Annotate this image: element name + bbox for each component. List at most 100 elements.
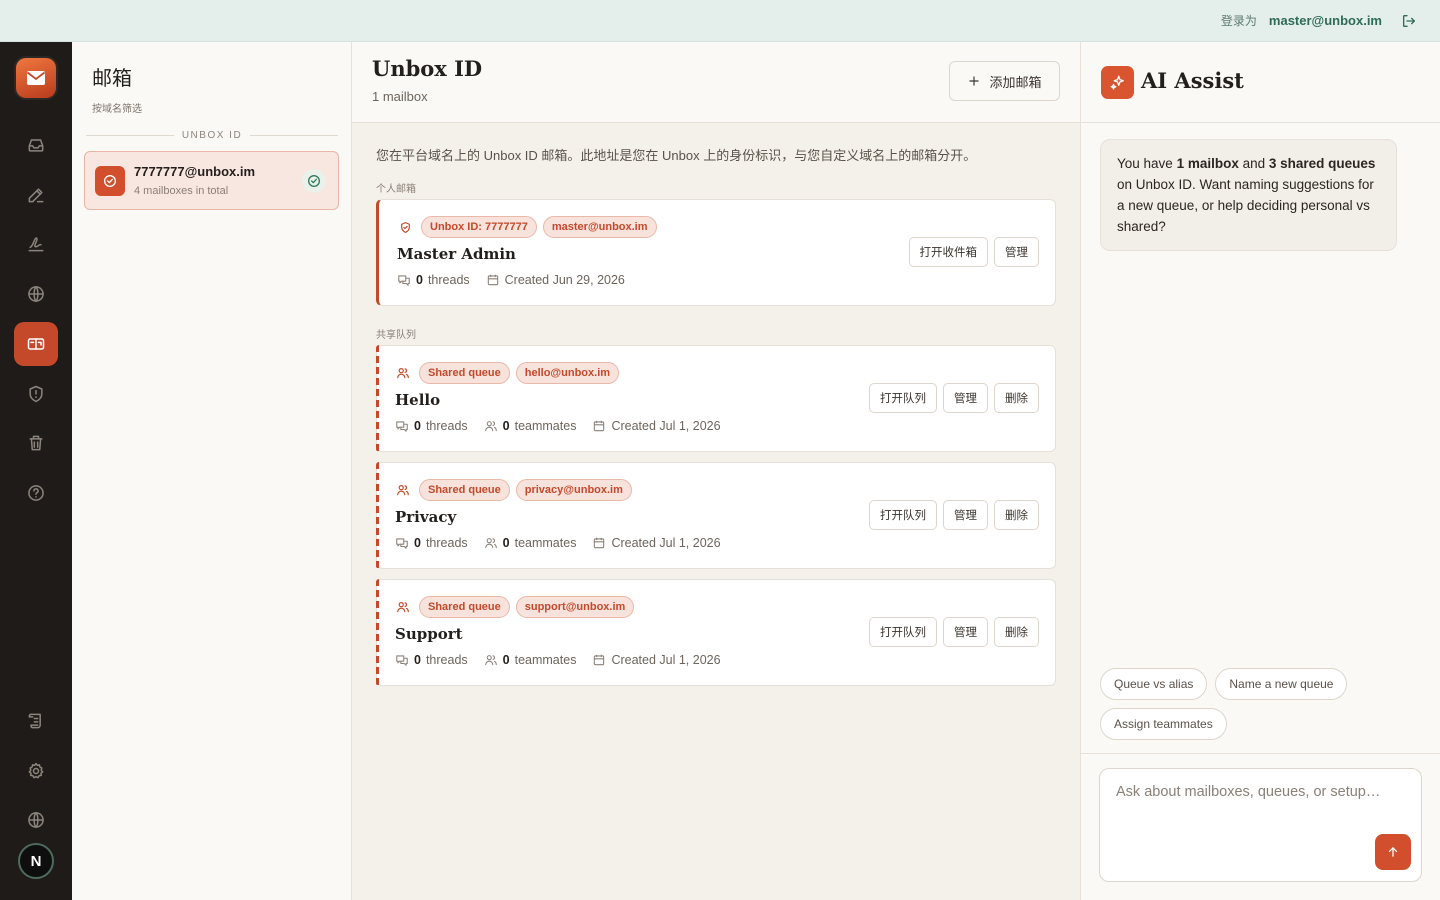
threads-icon [396, 538, 408, 549]
ai-message: You have 1 mailbox and 3 shared queues o… [1100, 139, 1397, 251]
teammates-icon [484, 421, 497, 432]
compose-icon[interactable] [14, 173, 58, 217]
login-label: 登录为 [1220, 14, 1257, 28]
sparkle-icon [1101, 66, 1134, 99]
shared-queue-tag: Shared queue [419, 362, 510, 384]
shared-queue-card: Shared queue hello@unbox.im Hello 0 threa… [376, 345, 1056, 452]
main-header: Unbox ID 1 mailbox 添加邮箱 [352, 42, 1080, 123]
signature-icon[interactable] [14, 222, 58, 266]
mailbox-icon[interactable] [14, 322, 58, 366]
manage-button[interactable]: 管理 [994, 237, 1039, 267]
delete-button[interactable]: 删除 [994, 617, 1039, 647]
panel-title: 邮箱 [92, 66, 132, 90]
mailbox-list-item[interactable]: 7777777@unbox.im 4 mailboxes in total [84, 151, 339, 210]
threads-icon [396, 421, 408, 432]
mailbox-subtitle: 4 mailboxes in total [134, 185, 229, 197]
description-text: 您在平台域名上的 Unbox ID 邮箱。此地址是您在 Unbox 上的身份标识… [376, 148, 977, 163]
shield-icon[interactable] [14, 372, 58, 416]
open-inbox-button[interactable]: 打开收件箱 [908, 237, 988, 267]
teammates-count: 0 [502, 536, 510, 550]
manage-button[interactable]: 管理 [943, 500, 988, 530]
domain-filter[interactable]: 按域名筛选 [92, 100, 142, 115]
logout-icon[interactable] [1398, 10, 1420, 32]
threads-count: 0 [414, 653, 421, 667]
main-content: Unbox ID 1 mailbox 添加邮箱 您在平台域名上的 Unbox I… [352, 42, 1080, 900]
threads-label: threads [427, 273, 470, 287]
login-email: master@unbox.im [1268, 13, 1382, 28]
ai-message-text: and [1238, 156, 1269, 171]
ai-chat-input[interactable]: Ask about mailboxes, queues, or setup… [1099, 768, 1422, 882]
open-queue-button[interactable]: 打开队列 [869, 500, 937, 530]
queue-name: Privacy [395, 508, 457, 526]
ai-composer: Ask about mailboxes, queues, or setup… [1081, 753, 1440, 900]
shared-queue-card: Shared queue support@unbox.im Support 0 t… [376, 579, 1056, 686]
delete-button[interactable]: 删除 [994, 383, 1039, 413]
arrow-up-icon [1388, 847, 1398, 857]
users-icon [395, 482, 411, 498]
created-date: Created Jun 29, 2026 [504, 273, 625, 287]
manage-button[interactable]: 管理 [943, 383, 988, 413]
queue-name: Hello [395, 391, 441, 409]
teammates-label: teammates [514, 653, 577, 667]
open-queue-button[interactable]: 打开队列 [869, 383, 937, 413]
threads-icon [396, 655, 408, 666]
user-avatar[interactable]: N [18, 843, 54, 879]
settings-icon[interactable] [14, 749, 58, 793]
mailbox-email: 7777777@unbox.im [134, 164, 256, 179]
shared-queue-tag: Shared queue [419, 479, 510, 501]
ai-message-text: You have [1117, 156, 1177, 171]
verified-badge-icon [95, 166, 125, 196]
email-tag: hello@unbox.im [515, 362, 620, 384]
threads-count: 0 [414, 419, 421, 433]
group-divider: UNBOX ID [86, 130, 338, 141]
inbox-icon[interactable] [14, 123, 58, 167]
threads-label: threads [425, 536, 468, 550]
language-icon[interactable] [14, 798, 58, 842]
calendar-icon [594, 420, 605, 432]
suggestion-chip[interactable]: Queue vs alias [1100, 668, 1208, 700]
check-circle-icon [302, 169, 326, 193]
delete-button[interactable]: 删除 [994, 500, 1039, 530]
add-mailbox-button[interactable]: 添加邮箱 [949, 61, 1060, 101]
shared-section-label: 共享队列 [376, 330, 416, 341]
teammates-count: 0 [502, 419, 510, 433]
created-date: Created Jul 1, 2026 [611, 653, 721, 667]
send-button[interactable] [1375, 834, 1411, 870]
teammates-icon [484, 655, 497, 666]
group-label: UNBOX ID [181, 130, 243, 141]
shield-check-icon [397, 219, 413, 235]
suggestion-chip[interactable]: Assign teammates [1100, 708, 1227, 740]
email-tag: support@unbox.im [515, 596, 635, 618]
top-bar: 登录为 master@unbox.im [0, 0, 1440, 42]
ai-title: AI Assist [1141, 68, 1244, 93]
threads-icon [398, 275, 410, 286]
calendar-icon [594, 537, 605, 549]
globe-icon[interactable] [14, 272, 58, 316]
mailbox-name: Master Admin [397, 245, 516, 263]
ai-message-bold: 1 mailbox [1176, 156, 1239, 171]
ai-assist-panel: AI Assist You have 1 mailbox and 3 share… [1080, 42, 1440, 900]
ai-header: AI Assist [1081, 42, 1440, 123]
threads-label: threads [425, 419, 468, 433]
queue-name: Support [395, 625, 463, 643]
help-icon[interactable] [14, 471, 58, 515]
mailbox-list-panel: 邮箱 按域名筛选 UNBOX ID 7777777@unbox.im 4 mai… [72, 42, 352, 900]
teammates-label: teammates [514, 419, 577, 433]
scroll-icon[interactable] [14, 699, 58, 743]
shared-queue-card: Shared queue privacy@unbox.im Privacy 0t… [376, 462, 1056, 569]
mailbox-count: 1 mailbox [372, 89, 428, 104]
app-logo-icon[interactable] [16, 58, 56, 98]
page-title: Unbox ID [372, 56, 483, 81]
manage-button[interactable]: 管理 [943, 617, 988, 647]
trash-icon[interactable] [14, 421, 58, 465]
shared-queue-tag: Shared queue [419, 596, 510, 618]
avatar-initial: N [30, 852, 42, 870]
threads-count: 0 [416, 273, 423, 287]
ai-message-bold: 3 shared queues [1268, 156, 1376, 171]
users-icon [395, 365, 411, 381]
calendar-icon [487, 274, 498, 286]
threads-count: 0 [414, 536, 421, 550]
suggestion-chip[interactable]: Name a new queue [1215, 668, 1348, 700]
open-queue-button[interactable]: 打开队列 [869, 617, 937, 647]
email-tag: master@unbox.im [542, 216, 657, 238]
